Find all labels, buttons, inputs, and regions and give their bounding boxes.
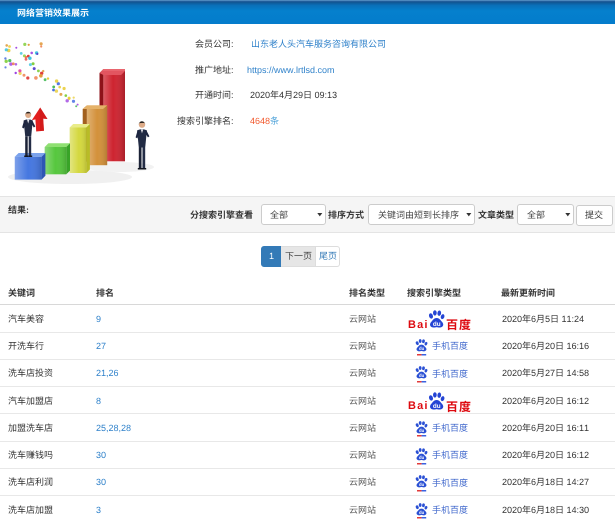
svg-text:du: du	[419, 346, 425, 351]
svg-text:du: du	[419, 374, 425, 379]
svg-text:du: du	[419, 510, 425, 515]
svg-text:du: du	[419, 428, 425, 433]
svg-text:du: du	[433, 321, 441, 328]
svg-text:du: du	[419, 455, 425, 460]
svg-text:du: du	[419, 483, 425, 488]
svg-text:du: du	[433, 402, 441, 409]
